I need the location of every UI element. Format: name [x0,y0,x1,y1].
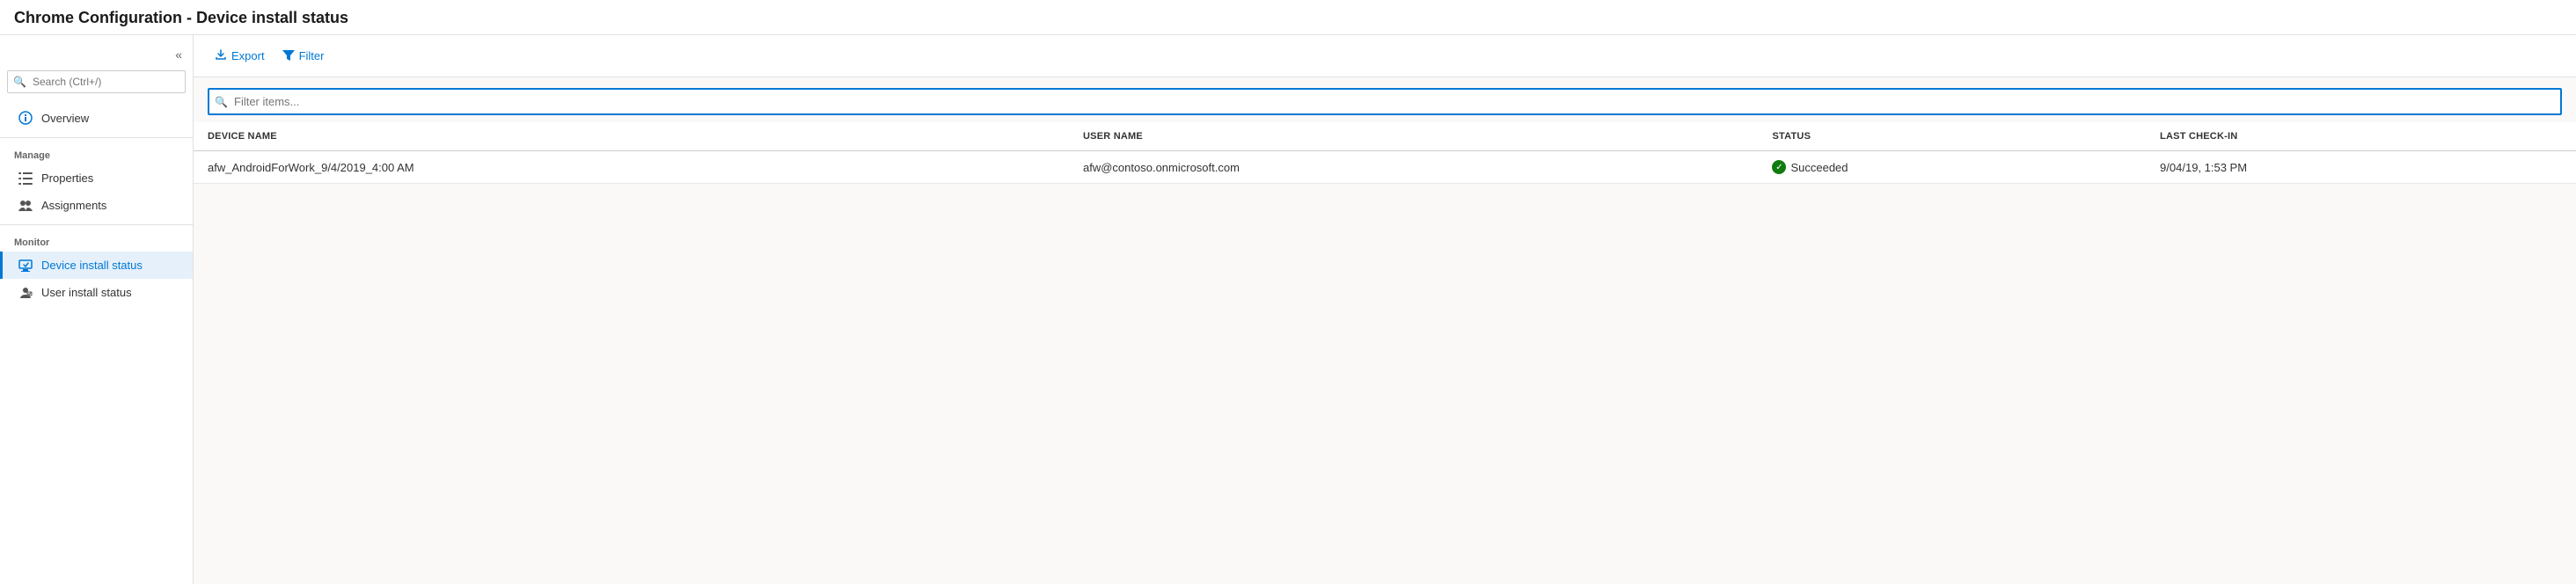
col-status: STATUS [1758,122,2146,151]
search-wrapper: 🔍 [7,70,186,93]
cell-last-checkin: 9/04/19, 1:53 PM [2146,151,2576,184]
sidebar-search-input[interactable] [7,70,186,93]
sidebar-collapse[interactable]: « [0,42,193,70]
filter-bar: 🔍 [194,77,2576,122]
export-icon [215,48,227,63]
table-header-row: DEVICE NAME USER NAME STATUS LAST CHECK-… [194,122,2576,151]
sidebar: « 🔍 Overview Manage [0,35,194,584]
table-row: afw_AndroidForWork_9/4/2019_4:00 AM afw@… [194,151,2576,184]
sidebar-item-properties[interactable]: Properties [0,164,193,192]
monitor-section-label: Monitor [0,230,193,252]
sidebar-item-overview-label: Overview [41,112,89,125]
sidebar-item-assignments[interactable]: Assignments [0,192,193,219]
status-text: Succeeded [1790,161,1848,174]
status-success-wrapper: ✓ Succeeded [1772,160,2132,174]
col-user-name: USER NAME [1069,122,1758,151]
sidebar-item-device-install-status[interactable]: Device install status [0,252,193,279]
cell-device-name: afw_AndroidForWork_9/4/2019_4:00 AM [194,151,1069,184]
cell-status: ✓ Succeeded [1758,151,2146,184]
col-device-name: DEVICE NAME [194,122,1069,151]
main-content: Export Filter 🔍 [194,35,2576,584]
sidebar-item-device-install-label: Device install status [41,259,143,272]
search-icon: 🔍 [13,76,26,88]
filter-input[interactable] [208,88,2562,115]
filter-icon [282,49,295,63]
properties-icon [17,172,34,185]
page-header: Chrome Configuration - Device install st… [0,0,2576,35]
filter-label: Filter [299,49,325,62]
table-container: DEVICE NAME USER NAME STATUS LAST CHECK-… [194,122,2576,184]
filter-search-icon: 🔍 [215,96,228,108]
sidebar-item-user-install-label: User install status [41,286,132,299]
sidebar-item-user-install-status[interactable]: User install status [0,279,193,306]
sidebar-divider-1 [0,137,193,138]
status-success-icon: ✓ [1772,160,1786,174]
toolbar: Export Filter [194,35,2576,77]
export-button[interactable]: Export [208,44,272,68]
cell-user-name: afw@contoso.onmicrosoft.com [1069,151,1758,184]
page-title: Chrome Configuration - Device install st… [14,9,2562,27]
main-layout: « 🔍 Overview Manage [0,35,2576,584]
manage-section-label: Manage [0,143,193,164]
table-body: afw_AndroidForWork_9/4/2019_4:00 AM afw@… [194,151,2576,184]
sidebar-item-assignments-label: Assignments [41,199,106,212]
col-last-checkin: LAST CHECK-IN [2146,122,2576,151]
filter-wrapper: 🔍 [208,88,2562,115]
device-install-icon [17,259,34,272]
export-label: Export [231,49,265,62]
collapse-button[interactable]: « [172,46,186,63]
data-table: DEVICE NAME USER NAME STATUS LAST CHECK-… [194,122,2576,184]
info-icon [17,111,34,125]
sidebar-item-properties-label: Properties [41,172,93,185]
table-header: DEVICE NAME USER NAME STATUS LAST CHECK-… [194,122,2576,151]
user-install-icon [17,287,34,299]
sidebar-item-overview[interactable]: Overview [0,104,193,132]
sidebar-search-container: 🔍 [7,70,186,93]
sidebar-divider-2 [0,224,193,225]
filter-button[interactable]: Filter [275,45,332,68]
assignments-icon [17,200,34,212]
